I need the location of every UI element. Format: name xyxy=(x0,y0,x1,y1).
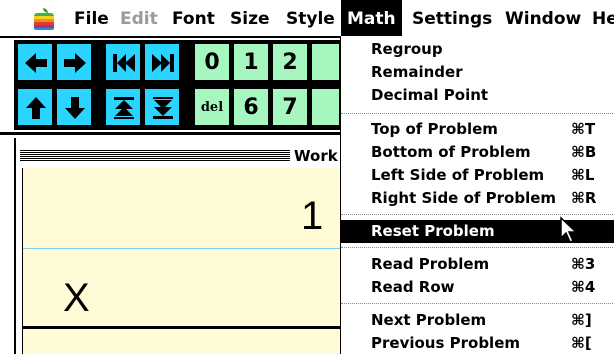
menu-item-shortcut: ⌘[ xyxy=(571,334,592,352)
menu-settings[interactable]: Settings xyxy=(412,0,492,36)
paper-rule-line xyxy=(23,248,341,249)
menu-file[interactable]: File xyxy=(74,0,109,36)
menu-item-shortcut: ⌘B xyxy=(571,143,597,161)
menu-item-left-side-of-problem[interactable]: Left Side of Problem ⌘L xyxy=(341,164,614,187)
menu-item-read-problem[interactable]: Read Problem ⌘3 xyxy=(341,253,614,276)
apple-menu-icon[interactable] xyxy=(34,8,54,30)
digit-partial-button-2[interactable] xyxy=(311,88,340,126)
digit-0-button[interactable]: 0 xyxy=(194,43,230,81)
down-arrow-button[interactable] xyxy=(56,88,92,126)
menu-size[interactable]: Size xyxy=(230,0,270,36)
menu-item-shortcut: ⌘R xyxy=(571,189,597,207)
math-menu-dropdown: Regroup Remainder Decimal Point Top of P… xyxy=(340,36,614,354)
menu-item-shortcut: ⌘T xyxy=(571,120,596,138)
menu-item-label: Right Side of Problem xyxy=(371,189,557,207)
menu-item-label: Regroup xyxy=(371,40,443,58)
menu-item-reset-problem[interactable]: Reset Problem xyxy=(341,216,614,243)
menu-item-remainder[interactable]: Remainder xyxy=(341,61,614,84)
worksheet-paper[interactable]: 1 X xyxy=(22,168,341,354)
move-top-button[interactable] xyxy=(105,88,141,126)
menu-help[interactable]: He xyxy=(592,0,614,36)
digit-1-button[interactable]: 1 xyxy=(233,43,269,81)
menu-item-label: Previous Problem xyxy=(371,334,520,352)
skip-back-button[interactable] xyxy=(105,43,141,81)
skip-back-icon xyxy=(113,54,135,72)
move-bottom-icon xyxy=(153,97,173,119)
left-arrow-icon xyxy=(25,53,47,73)
mouse-pointer-icon xyxy=(560,216,578,243)
menu-bar: File Edit Font Size Style Math Settings … xyxy=(0,0,614,38)
digit-partial-button[interactable] xyxy=(311,43,340,81)
menu-item-shortcut: ⌘3 xyxy=(571,255,596,273)
menu-item-label: Read Problem xyxy=(371,255,490,273)
menu-item-top-of-problem[interactable]: Top of Problem ⌘T xyxy=(341,118,614,141)
problem-top-digit[interactable]: 1 xyxy=(301,194,323,239)
problem-operator[interactable]: X xyxy=(63,276,90,321)
answer-line xyxy=(23,326,341,329)
titlebar-stripes xyxy=(20,150,290,162)
menu-item-right-side-of-problem[interactable]: Right Side of Problem ⌘R xyxy=(341,187,614,210)
menu-item-regroup[interactable]: Regroup xyxy=(341,38,614,61)
digit-2-button[interactable]: 2 xyxy=(272,43,308,81)
menu-edit[interactable]: Edit xyxy=(120,0,158,36)
tool-palette: 0 1 2 del 6 7 xyxy=(14,40,340,130)
skip-forward-icon xyxy=(152,54,174,72)
menu-item-label: Decimal Point xyxy=(371,86,489,104)
menu-window[interactable]: Window xyxy=(505,0,581,36)
menu-item-label: Remainder xyxy=(371,63,463,81)
menu-item-next-problem[interactable]: Next Problem ⌘] xyxy=(341,309,614,332)
menu-style[interactable]: Style xyxy=(286,0,335,36)
right-arrow-icon xyxy=(64,53,86,73)
menu-math[interactable]: Math xyxy=(341,0,402,36)
menu-item-shortcut: ⌘] xyxy=(571,311,592,329)
skip-forward-button[interactable] xyxy=(144,43,180,81)
menu-item-label: Top of Problem xyxy=(371,120,498,138)
menu-item-shortcut: ⌘4 xyxy=(571,278,596,296)
menu-separator xyxy=(341,247,614,248)
menu-item-label: Bottom of Problem xyxy=(371,143,531,161)
move-top-icon xyxy=(114,97,134,119)
menu-separator xyxy=(341,113,614,114)
menu-item-previous-problem[interactable]: Previous Problem ⌘[ xyxy=(341,332,614,355)
digit-6-button[interactable]: 6 xyxy=(233,88,269,126)
menu-separator xyxy=(341,303,614,304)
down-arrow-icon xyxy=(65,97,85,119)
menu-item-label: Next Problem xyxy=(371,311,487,329)
menu-item-label: Read Row xyxy=(371,278,455,296)
menu-item-bottom-of-problem[interactable]: Bottom of Problem ⌘B xyxy=(341,141,614,164)
menu-separator xyxy=(341,214,614,215)
menu-item-read-row[interactable]: Read Row ⌘4 xyxy=(341,276,614,299)
palette-divider xyxy=(0,132,340,135)
right-arrow-button[interactable] xyxy=(56,43,92,81)
digit-7-button[interactable]: 7 xyxy=(272,88,308,126)
menu-font[interactable]: Font xyxy=(172,0,215,36)
menu-item-shortcut: ⌘L xyxy=(571,166,595,184)
worksheet-title: Work xyxy=(294,147,338,165)
menu-item-label: Reset Problem xyxy=(371,222,495,240)
worksheet-titlebar[interactable]: Work xyxy=(20,146,340,166)
menu-item-decimal-point[interactable]: Decimal Point xyxy=(341,84,614,107)
left-arrow-button[interactable] xyxy=(17,43,53,81)
delete-button[interactable]: del xyxy=(194,88,230,126)
menu-item-label: Left Side of Problem xyxy=(371,166,545,184)
up-arrow-button[interactable] xyxy=(17,88,53,126)
move-bottom-button[interactable] xyxy=(144,88,180,126)
up-arrow-icon xyxy=(26,97,46,119)
